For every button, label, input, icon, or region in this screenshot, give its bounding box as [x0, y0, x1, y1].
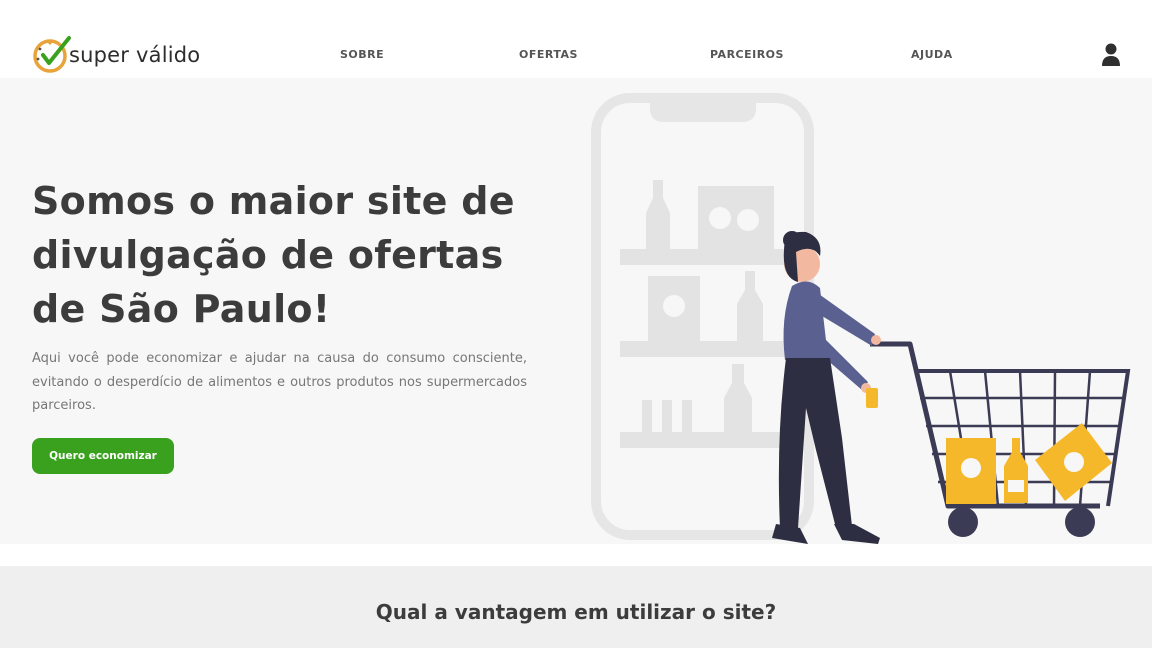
- quero-economizar-button[interactable]: Quero economizar: [32, 438, 174, 474]
- nav-ajuda[interactable]: AJUDA: [911, 48, 953, 61]
- logo[interactable]: super válido: [33, 35, 203, 75]
- hero-section: Somos o maior site de divulgação de ofer…: [0, 78, 1152, 544]
- site-header: super válido SOBRE OFERTAS PARCEIROS AJU…: [0, 0, 1152, 78]
- section-divider: [0, 544, 1152, 566]
- user-icon[interactable]: [1101, 43, 1121, 67]
- clock-check-logo-icon: [33, 36, 71, 73]
- nav-parceiros[interactable]: PARCEIROS: [710, 48, 784, 61]
- advantages-section: Qual a vantagem em utilizar o site?: [0, 566, 1152, 648]
- section-title: Qual a vantagem em utilizar o site?: [375, 600, 777, 624]
- hero-headline: Somos o maior site de divulgação de ofer…: [32, 179, 515, 331]
- nav-ofertas[interactable]: OFERTAS: [519, 48, 578, 61]
- logo-text: super válido: [69, 43, 201, 67]
- woman-with-shopping-cart-illustration: [591, 93, 1131, 544]
- hero-description: Aqui você pode economizar e ajudar na ca…: [32, 351, 527, 413]
- nav-sobre[interactable]: SOBRE: [340, 48, 384, 61]
